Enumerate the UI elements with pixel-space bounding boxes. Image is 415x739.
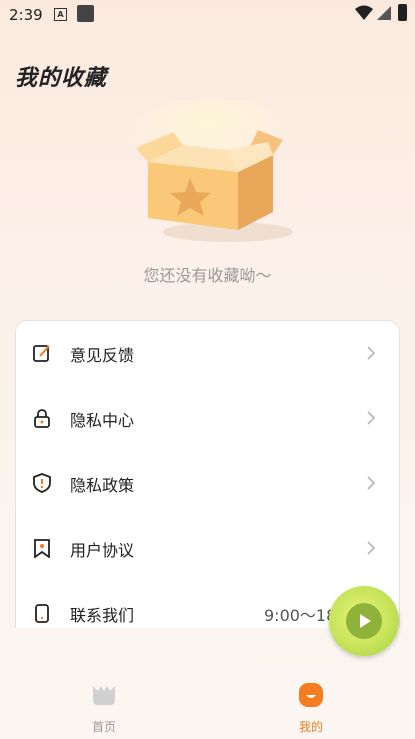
wifi-icon [355, 5, 373, 20]
play-button-inner [346, 603, 382, 639]
chevron-right-icon [367, 541, 376, 555]
empty-box-illustration [125, 100, 295, 242]
menu-item-feedback[interactable]: 意见反馈 [16, 321, 399, 386]
menu-item-user-agreement[interactable]: 用户协议 [16, 516, 399, 581]
tab-label: 首页 [91, 720, 116, 734]
chevron-right-icon [367, 346, 376, 360]
floating-play-button[interactable] [329, 586, 399, 656]
menu-item-privacy-policy[interactable]: 隐私政策 [16, 451, 399, 516]
feedback-edit-icon [33, 345, 50, 362]
empty-favorites-message: 您还没有收藏呦～ [143, 266, 272, 285]
tab-mine[interactable]: 我的 [281, 678, 341, 734]
tab-label: 我的 [298, 720, 323, 734]
bookmark-doc-icon [34, 539, 50, 558]
menu-item-label: 隐私政策 [70, 476, 135, 495]
menu-item-label: 用户协议 [70, 541, 135, 560]
menu-item-label: 隐私中心 [70, 411, 135, 430]
tab-home[interactable]: 首页 [74, 678, 134, 734]
bottom-tab-bar: 首页 我的 [0, 668, 415, 739]
phone-icon [35, 604, 49, 623]
notification-a-icon: A [54, 8, 67, 21]
profile-face-icon [299, 683, 323, 707]
cellular-signal-icon [377, 6, 391, 20]
menu-item-label: 联系我们 [70, 606, 135, 625]
battery-icon [398, 4, 407, 21]
page-title: 我的收藏 [15, 66, 108, 91]
chevron-right-icon [367, 411, 376, 425]
status-time: 2:39 [9, 6, 43, 24]
chevron-right-icon [367, 476, 376, 490]
notification-square-icon [77, 5, 94, 22]
play-icon [360, 614, 371, 628]
status-bar: 2:39 A [0, 0, 415, 30]
menu-item-label: 意见反馈 [70, 346, 135, 365]
lock-icon [34, 409, 50, 428]
home-cat-icon [93, 686, 115, 705]
shield-icon [33, 473, 51, 493]
menu-item-privacy-center[interactable]: 隐私中心 [16, 386, 399, 451]
settings-menu-card: 意见反馈 隐私中心 隐私政策 用户协议 联系我们 9:00～18 [15, 320, 400, 628]
contact-hours: 9:00～18 [264, 606, 337, 625]
